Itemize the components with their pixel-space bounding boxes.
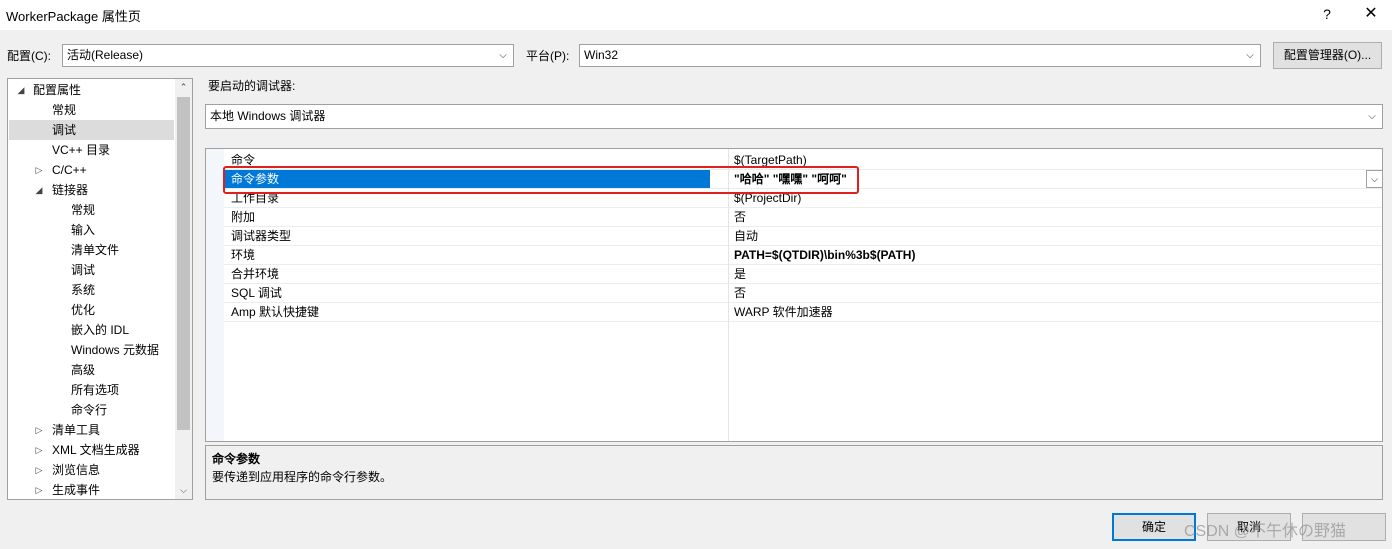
tree-item-label: 清单工具 bbox=[52, 423, 101, 437]
tree-item-label: 优化 bbox=[71, 303, 96, 317]
config-label: 配置(C): bbox=[7, 49, 51, 63]
value-dropdown-icon[interactable]: ⌵ bbox=[1366, 170, 1382, 188]
tree-item[interactable]: 清单文件 bbox=[8, 240, 174, 260]
tree-item[interactable]: 输入 bbox=[8, 220, 174, 240]
watermark: CSDN @不午休の野猫 bbox=[1184, 523, 1347, 540]
property-row[interactable]: SQL 调试 否 bbox=[224, 284, 1382, 303]
property-name: 调试器类型 bbox=[231, 229, 292, 243]
tree-item-label: VC++ 目录 bbox=[52, 143, 111, 157]
annotation-highlight-box bbox=[223, 166, 859, 194]
tree-item[interactable]: Windows 元数据 bbox=[8, 340, 174, 360]
tree-item-label: 调试 bbox=[52, 123, 77, 137]
tree-item-label: 命令行 bbox=[71, 403, 108, 417]
platform-dropdown[interactable]: Win32 ⌵ bbox=[579, 44, 1261, 67]
property-name: 合并环境 bbox=[231, 267, 280, 281]
tree-item[interactable]: VC++ 目录 bbox=[8, 140, 174, 160]
tree-scrollbar[interactable]: ⌃ ⌵ bbox=[175, 79, 192, 499]
window-title: WorkerPackage 属性页 bbox=[6, 9, 141, 24]
property-name: 环境 bbox=[231, 248, 256, 262]
title-bar: WorkerPackage 属性页 ? ✕ bbox=[0, 0, 1392, 30]
property-row[interactable]: Amp 默认快捷键 WARP 软件加速器 bbox=[224, 303, 1382, 322]
property-name: Amp 默认快捷键 bbox=[231, 305, 320, 319]
property-value[interactable]: 否 bbox=[734, 209, 746, 226]
description-title: 命令参数 bbox=[212, 452, 261, 466]
tree-item[interactable]: ◢ 配置属性 bbox=[8, 80, 174, 100]
tree-item-label: 系统 bbox=[71, 283, 96, 297]
tree-item-label: 所有选项 bbox=[71, 383, 120, 397]
tree-item[interactable]: ▷ 清单工具 bbox=[8, 420, 174, 440]
help-icon[interactable]: ? bbox=[1312, 3, 1342, 25]
description-text: 要传递到应用程序的命令行参数。 bbox=[212, 470, 393, 484]
chevron-down-icon: ⌵ bbox=[499, 50, 507, 61]
tree-item-label: 输入 bbox=[71, 223, 96, 237]
scroll-up-icon[interactable]: ⌃ bbox=[175, 79, 192, 96]
tree-item[interactable]: 常规 bbox=[8, 100, 174, 120]
property-name: 附加 bbox=[231, 210, 256, 224]
property-tree[interactable]: ◢ 配置属性 常规 调试 VC++ 目录 ▷ C/C++ ◢ 链接器 常规 输入 清单文件 调试 系统 优化… bbox=[7, 78, 193, 500]
tree-item[interactable]: ▷ C/C++ bbox=[8, 160, 174, 180]
tree-item-label: 嵌入的 IDL bbox=[71, 323, 130, 337]
scroll-thumb[interactable] bbox=[177, 97, 190, 430]
tree-item-label: 生成事件 bbox=[52, 483, 101, 497]
tree-item[interactable]: ◢ 链接器 bbox=[8, 180, 174, 200]
tree-item[interactable]: 调试 bbox=[8, 260, 174, 280]
property-row[interactable]: 合并环境 是 bbox=[224, 265, 1382, 284]
tree-item[interactable]: 高级 bbox=[8, 360, 174, 380]
expand-arrow-icon[interactable]: ▷ bbox=[34, 440, 44, 460]
expand-arrow-icon[interactable]: ▷ bbox=[34, 420, 44, 440]
property-value[interactable]: WARP 软件加速器 bbox=[734, 304, 833, 321]
property-row[interactable]: 环境 PATH=$(QTDIR)\bin%3b$(PATH) bbox=[224, 246, 1382, 265]
debugger-label: 要启动的调试器: bbox=[208, 79, 296, 93]
tree-item-label: 链接器 bbox=[52, 183, 89, 197]
collapse-arrow-icon[interactable]: ◢ bbox=[16, 80, 26, 100]
tree-item[interactable]: 优化 bbox=[8, 300, 174, 320]
config-dropdown[interactable]: 活动(Release) ⌵ bbox=[62, 44, 514, 67]
tree-item-label: 清单文件 bbox=[71, 243, 120, 257]
tree-item-label: XML 文档生成器 bbox=[52, 443, 140, 457]
config-value: 活动(Release) bbox=[67, 48, 144, 62]
property-value[interactable]: PATH=$(QTDIR)\bin%3b$(PATH) bbox=[734, 247, 915, 264]
description-panel: 命令参数 要传递到应用程序的命令行参数。 bbox=[205, 445, 1383, 500]
expand-arrow-icon[interactable]: ▷ bbox=[34, 460, 44, 480]
expand-arrow-icon[interactable]: ▷ bbox=[34, 480, 44, 499]
grid-gutter bbox=[206, 149, 224, 441]
tree-item[interactable]: ▷ 浏览信息 bbox=[8, 460, 174, 480]
tree-item-label: 配置属性 bbox=[33, 83, 82, 97]
close-icon[interactable]: ✕ bbox=[1356, 3, 1386, 25]
property-value[interactable]: 是 bbox=[734, 266, 746, 283]
collapse-arrow-icon[interactable]: ◢ bbox=[34, 180, 44, 200]
tree-item-label: C/C++ bbox=[52, 163, 87, 177]
tree-item[interactable]: 命令行 bbox=[8, 400, 174, 420]
tree-item-label: 调试 bbox=[71, 263, 96, 277]
chevron-down-icon: ⌵ bbox=[1246, 50, 1254, 61]
expand-arrow-icon[interactable]: ▷ bbox=[34, 160, 44, 180]
tree-item[interactable]: 嵌入的 IDL bbox=[8, 320, 174, 340]
property-value[interactable]: 自动 bbox=[734, 228, 758, 245]
debugger-dropdown[interactable]: 本地 Windows 调试器 ⌵ bbox=[205, 104, 1383, 129]
property-name: SQL 调试 bbox=[231, 286, 282, 300]
tree-item-label: 浏览信息 bbox=[52, 463, 101, 477]
tree-item[interactable]: 系统 bbox=[8, 280, 174, 300]
tree-item[interactable]: 常规 bbox=[8, 200, 174, 220]
chevron-down-icon: ⌵ bbox=[1368, 111, 1376, 122]
debugger-value: 本地 Windows 调试器 bbox=[210, 109, 326, 123]
tree-item-label: Windows 元数据 bbox=[71, 343, 160, 357]
tree-item[interactable]: 所有选项 bbox=[8, 380, 174, 400]
tree-item[interactable]: ▷ 生成事件 bbox=[8, 480, 174, 499]
tree-item-label: 高级 bbox=[71, 363, 96, 377]
config-manager-button[interactable]: 配置管理器(O)... bbox=[1273, 42, 1382, 69]
property-value[interactable]: 否 bbox=[734, 285, 746, 302]
platform-label: 平台(P): bbox=[526, 49, 570, 63]
scroll-down-icon[interactable]: ⌵ bbox=[175, 482, 192, 499]
tree-item[interactable]: ▷ XML 文档生成器 bbox=[8, 440, 174, 460]
property-row[interactable]: 调试器类型 自动 bbox=[224, 227, 1382, 246]
property-row[interactable]: 附加 否 bbox=[224, 208, 1382, 227]
tree-item-label: 常规 bbox=[71, 203, 96, 217]
tree-item-label: 常规 bbox=[52, 103, 77, 117]
platform-value: Win32 bbox=[584, 48, 619, 62]
tree-item[interactable]: 调试 bbox=[9, 120, 174, 140]
